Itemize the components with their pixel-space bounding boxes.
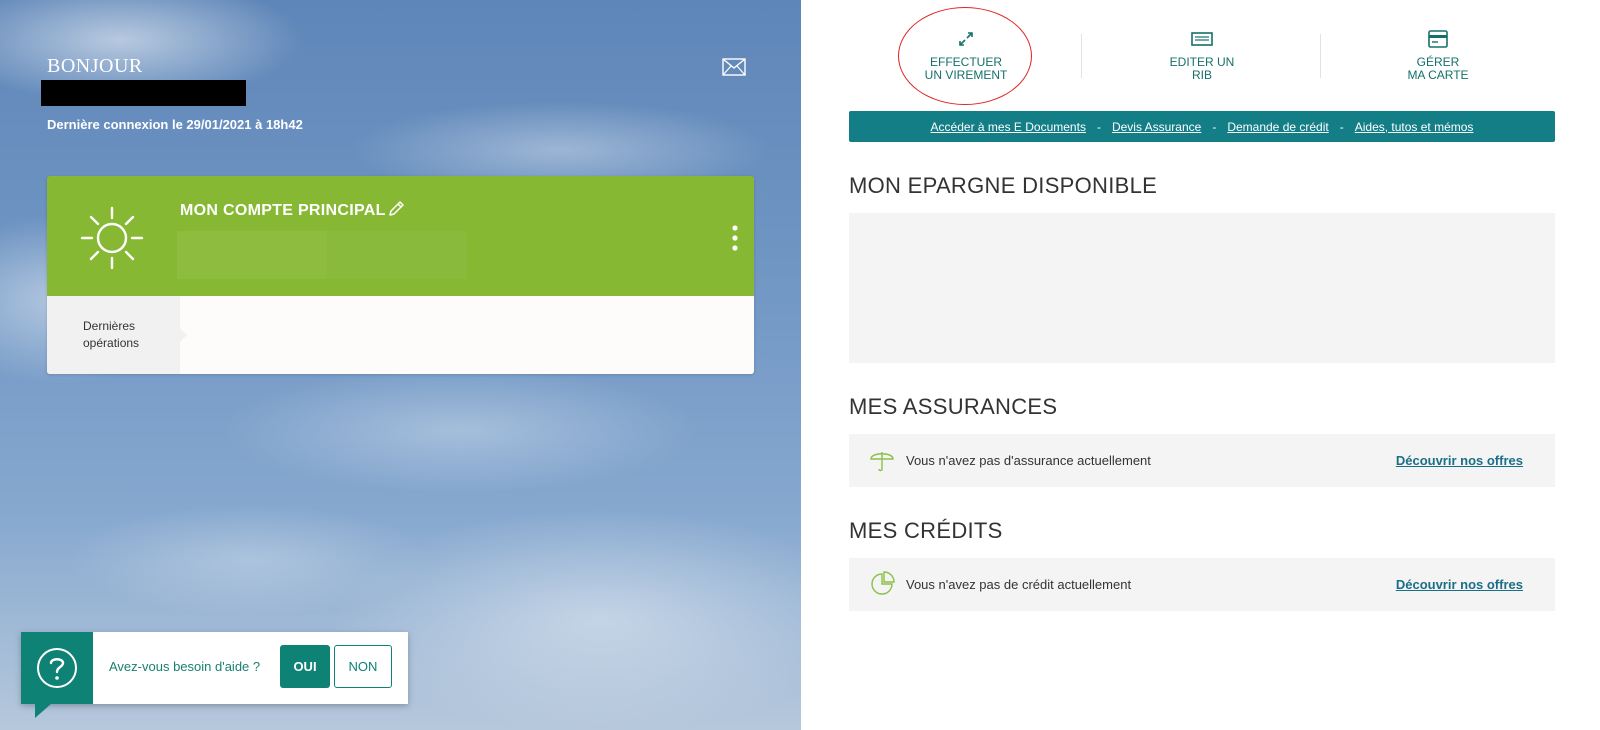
epargne-panel	[849, 213, 1555, 363]
divider	[1320, 34, 1321, 78]
credits-offers-link[interactable]: Découvrir nos offres	[1396, 577, 1523, 592]
quick-action-rib-line2: RIB	[1191, 68, 1212, 82]
help-question-icon	[37, 648, 77, 688]
help-tail	[35, 704, 51, 718]
assurances-row: Vous n'avez pas d'assurance actuellement…	[849, 434, 1555, 487]
tab-last-operations-label: Dernières opérations	[83, 319, 140, 350]
tab-last-operations[interactable]: Dernières opérations	[47, 296, 180, 374]
card-icon	[1428, 30, 1448, 48]
sun-icon	[80, 206, 144, 270]
tab-pointer	[180, 328, 187, 342]
quick-action-rib[interactable]: EDITER UN RIB	[1087, 0, 1317, 100]
assurances-offers-link[interactable]: Découvrir nos offres	[1396, 453, 1523, 468]
umbrella-icon	[870, 452, 894, 472]
help-badge	[21, 632, 93, 704]
quick-action-rib-line1: EDITER UN	[1169, 55, 1235, 69]
kebab-menu-icon[interactable]	[732, 225, 738, 251]
link-aides[interactable]: Aides, tutos et mémos	[1355, 120, 1474, 134]
help-prompt: Avez-vous besoin d'aide ? OUI NON	[21, 632, 408, 718]
account-number-masked	[327, 231, 467, 279]
redacted-username	[41, 80, 246, 106]
credits-row: Vous n'avez pas de crédit actuellement D…	[849, 558, 1555, 611]
link-demande-credit[interactable]: Demande de crédit	[1227, 120, 1328, 134]
help-yes-button[interactable]: OUI	[280, 645, 330, 688]
assurances-title: MES ASSURANCES	[849, 394, 1058, 419]
greeting: BONJOUR	[47, 55, 143, 77]
link-e-documents[interactable]: Accéder à mes E Documents	[931, 120, 1086, 134]
epargne-title: MON EPARGNE DISPONIBLE	[849, 173, 1158, 198]
mail-icon[interactable]	[722, 58, 746, 76]
quick-action-card[interactable]: GÉRER MA CARTE	[1323, 0, 1553, 100]
last-login: Dernière connexion le 29/01/2021 à 18h42	[47, 117, 303, 132]
account-header[interactable]: MON COMPTE PRINCIPAL	[47, 176, 754, 296]
links-bar: Accéder à mes E Documents - Devis Assura…	[849, 111, 1555, 142]
credits-text: Vous n'avez pas de crédit actuellement	[906, 577, 1132, 592]
account-card[interactable]: MON COMPTE PRINCIPAL Dernières opération…	[47, 176, 754, 374]
pencil-icon[interactable]	[387, 200, 405, 218]
quick-action-card-line2: MA CARTE	[1407, 68, 1469, 82]
account-title: MON COMPTE PRINCIPAL	[180, 202, 386, 219]
account-operations-area: Dernières opérations	[47, 296, 754, 374]
quick-action-card-line1: GÉRER	[1416, 55, 1460, 69]
right-panel: EFFECTUER UN VIREMENT EDITER UN RIB GÉRE…	[801, 0, 1600, 730]
link-devis-assurance[interactable]: Devis Assurance	[1112, 120, 1201, 134]
link-separator: -	[1339, 119, 1344, 134]
pie-chart-icon	[871, 571, 895, 595]
link-separator: -	[1096, 119, 1101, 134]
highlight-circle	[898, 7, 1032, 105]
link-separator: -	[1212, 119, 1217, 134]
left-panel: BONJOUR Dernière connexion le 29/01/2021…	[0, 0, 801, 730]
help-question: Avez-vous besoin d'aide ?	[109, 659, 261, 674]
assurances-text: Vous n'avez pas d'assurance actuellement	[906, 453, 1151, 468]
divider	[1081, 34, 1082, 78]
balance-masked	[177, 231, 327, 279]
credits-title: MES CRÉDITS	[849, 518, 1003, 543]
rib-icon	[1191, 32, 1213, 46]
help-no-button[interactable]: NON	[334, 645, 392, 688]
